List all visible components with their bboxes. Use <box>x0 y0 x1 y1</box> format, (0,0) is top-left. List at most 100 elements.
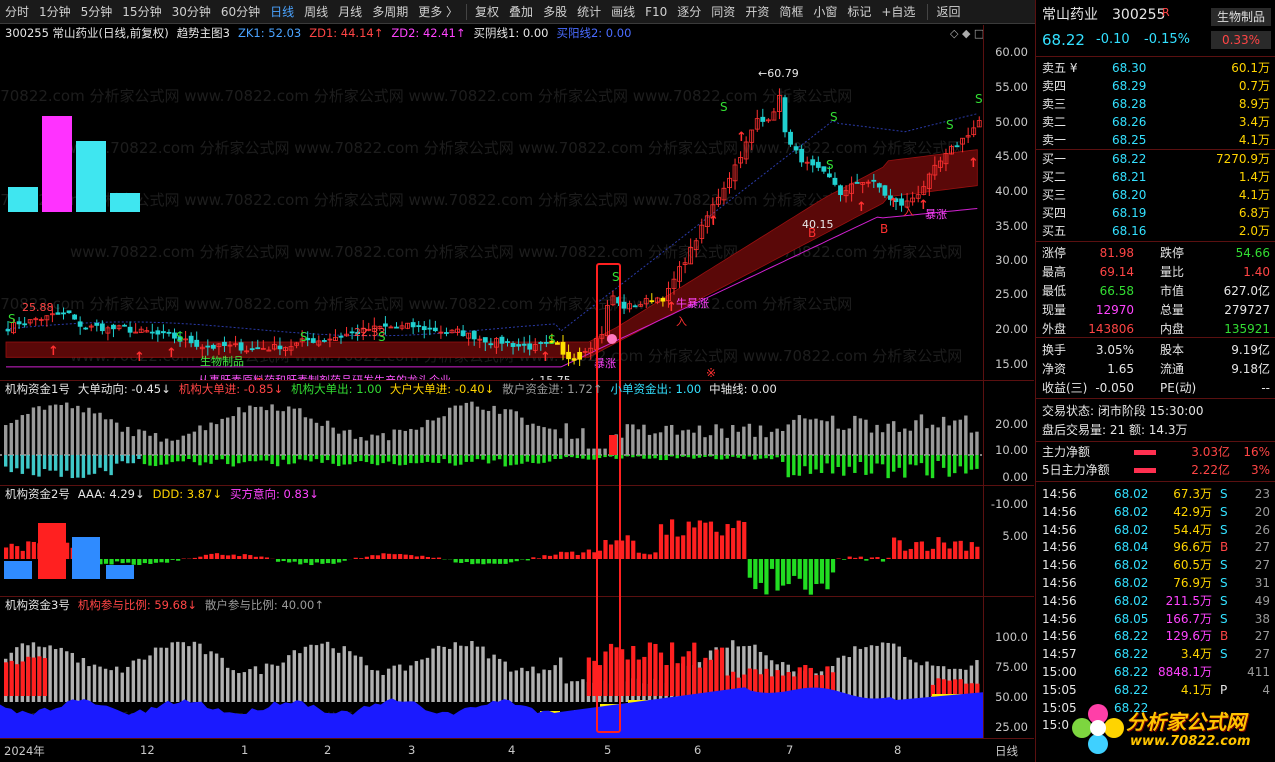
tick-price: 68.02 <box>1114 504 1149 519</box>
toolbar-button[interactable]: 开资 <box>740 0 774 24</box>
toolbar-button[interactable]: 1分钟 <box>34 0 76 24</box>
inst-ratio-bar <box>664 664 669 696</box>
toolbar-button[interactable]: 标记 <box>842 0 876 24</box>
candle-body <box>127 326 133 333</box>
y-tick-label: 55.00 <box>995 80 1028 94</box>
candle-body <box>516 344 521 347</box>
bid-row: 买三 68.20 4.1万 <box>1036 186 1275 204</box>
pane3-chart[interactable]: www.70822.com 分析家公式网 www.70822.com 分析家公式… <box>0 614 983 738</box>
bid-price: 68.21 <box>1112 170 1147 184</box>
toolbar-button[interactable]: 60分钟 <box>216 0 265 24</box>
outflow-bar <box>514 455 518 465</box>
tick-time: 14:57 <box>1042 647 1077 662</box>
up-arrow-icon: ↑ <box>166 346 177 361</box>
toolbar-button[interactable]: 月线 <box>333 0 367 24</box>
pane-controls-icon[interactable]: ◇ ◆ □ <box>950 27 984 40</box>
outflow-bar <box>81 455 86 478</box>
pane3-name[interactable]: 机构资金3号 <box>5 597 70 614</box>
outflow-bar <box>20 455 25 474</box>
ask-price: 68.26 <box>1112 115 1147 129</box>
after-hours-volume: 盘后交易量: 21 额: 14.3万 <box>1042 423 1188 437</box>
outflow-bar <box>547 455 552 462</box>
toolbar-button[interactable]: 周线 <box>299 0 333 24</box>
outflow-bar <box>59 455 63 477</box>
bid-row: 买一 68.22 7270.9万 <box>1036 150 1275 168</box>
outflow-bar <box>764 455 768 459</box>
outflow-bar <box>309 455 313 462</box>
retail-ratio-bar <box>209 651 213 702</box>
fund-row: 净资 1.65 流通 9.18亿 <box>1036 360 1275 378</box>
buy-intent-bar <box>231 554 236 559</box>
outflow-bar <box>403 455 407 465</box>
mini-bar <box>8 187 38 212</box>
retail-bar <box>858 418 863 455</box>
toolbar-button[interactable]: 画线 <box>606 0 640 24</box>
retail-bar <box>930 424 935 455</box>
sector-tag[interactable]: 生物制品 <box>1211 8 1271 26</box>
toolbar-button[interactable]: 日线 <box>265 0 299 24</box>
outflow-bar <box>509 455 513 466</box>
bid-label: 买一 <box>1042 152 1067 166</box>
retail-bar <box>842 429 846 455</box>
retail-bar <box>414 429 419 455</box>
outflow-bar <box>625 455 629 457</box>
toolbar-button[interactable]: 更多 〉 <box>413 0 463 24</box>
buy-intent-bar <box>736 520 741 559</box>
toolbar-button[interactable]: 5分钟 <box>76 0 118 24</box>
retail-bar <box>497 413 502 455</box>
buy-intent-bar <box>4 547 9 559</box>
main-force-label: 主力净额 <box>1042 445 1091 459</box>
toolbar-button[interactable]: 同资 <box>706 0 740 24</box>
buy-intent-bar <box>553 554 558 559</box>
brand-name: 分析家公式网 <box>1126 710 1246 734</box>
toolbar-button[interactable]: 复权 <box>470 0 504 24</box>
retail-ratio-bar <box>153 647 158 702</box>
fund-label: 股本 <box>1160 343 1185 357</box>
outflow-bar <box>658 455 663 461</box>
buy-intent-bar <box>564 552 569 559</box>
buy-intent-bar <box>925 550 930 559</box>
chart-area[interactable]: 300255 常山药业(日线,前复权) 趋势主图3 ZK1: 52.03 ZD1… <box>0 25 1034 762</box>
buy-intent-bar <box>886 557 891 559</box>
toolbar-button[interactable]: 15分钟 <box>117 0 166 24</box>
indicator-name[interactable]: 趋势主图3 <box>177 25 230 42</box>
toolbar-button[interactable]: 多股 <box>538 0 572 24</box>
candlestick-chart[interactable]: www.70822.com 分析家公式网 www.70822.com 分析家公式… <box>0 41 983 381</box>
toolbar-button[interactable]: 返回 <box>931 0 965 24</box>
toolbar-button[interactable]: 统计 <box>572 0 606 24</box>
pane1-chart[interactable] <box>0 397 983 485</box>
pane1-name[interactable]: 机构资金1号 <box>5 381 70 398</box>
retail-bar <box>470 401 474 455</box>
pane2-name[interactable]: 机构资金2号 <box>5 486 70 503</box>
toolbar-button[interactable]: 简框 <box>774 0 808 24</box>
retail-bar <box>631 424 635 455</box>
stat-label: 外盘 <box>1042 322 1067 336</box>
toolbar-button[interactable]: 分时 <box>0 0 34 24</box>
retail-bar <box>76 405 80 455</box>
outflow-bar <box>875 455 879 464</box>
toolbar-button[interactable]: +自选 <box>876 0 920 24</box>
inst-participation: 机构参与比例: 59.68↓ <box>77 598 197 612</box>
toolbar-button[interactable]: 叠加 <box>504 0 538 24</box>
outflow-bar <box>753 455 757 460</box>
candle-body <box>160 331 166 334</box>
x-tick-label: 4 <box>508 743 516 757</box>
retail-bar <box>4 425 8 455</box>
mini-bar <box>4 561 32 579</box>
retail-bar <box>320 425 324 455</box>
inst-ratio-bar <box>958 679 963 696</box>
pane2-chart[interactable] <box>0 503 983 596</box>
tick-side: S <box>1220 504 1228 519</box>
outflow-bar <box>264 455 269 461</box>
retail-ratio-bar <box>481 646 485 702</box>
fund-label: 换手 <box>1042 343 1067 357</box>
fund-row: 换手 3.05% 股本 9.19亿 <box>1036 341 1275 359</box>
bid-volume: 7270.9万 <box>1216 152 1270 166</box>
toolbar-button[interactable]: 逐分 <box>672 0 706 24</box>
candle-body <box>571 358 577 361</box>
toolbar-button[interactable]: 小窗 <box>808 0 842 24</box>
toolbar-button[interactable]: 多周期 <box>367 0 413 24</box>
toolbar-button[interactable]: F10 <box>640 0 672 24</box>
toolbar-button[interactable]: 30分钟 <box>167 0 216 24</box>
retail-ratio-bar <box>581 679 585 702</box>
